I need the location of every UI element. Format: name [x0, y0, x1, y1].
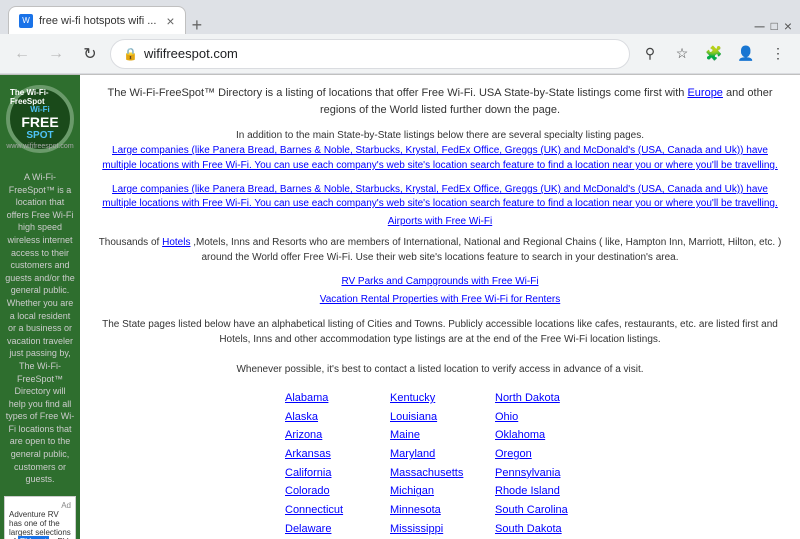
state-col-2: KentuckyLouisianaMaineMarylandMassachuse… [390, 389, 490, 539]
description1: The State pages listed below have an alp… [102, 319, 778, 345]
logo-wifi-text: The Wi-Fi-FreeSpot [10, 88, 70, 106]
profile-icon[interactable]: 👤 [732, 40, 760, 68]
tab-favicon: W [19, 14, 33, 28]
state-link[interactable]: North Dakota [495, 389, 595, 408]
state-link[interactable]: Louisiana [390, 408, 490, 427]
airports-link[interactable]: Airports with Free Wi-Fi [388, 216, 492, 227]
minimize-button[interactable]: ─ [755, 18, 765, 34]
sidebar: The Wi-Fi-FreeSpot Wi-Fi FREE SPOT www.w… [0, 75, 80, 539]
state-link[interactable]: Alaska [285, 408, 385, 427]
state-link[interactable]: Alabama [285, 389, 385, 408]
extension-icon[interactable]: 🧩 [700, 40, 728, 68]
intro-box: The Wi-Fi-FreeSpot™ Directory is a listi… [95, 85, 785, 118]
chains-thousands: Thousands of [99, 237, 160, 248]
lock-icon: 🔒 [123, 47, 138, 61]
state-link[interactable]: Minnesota [390, 501, 490, 520]
toolbar-icons: ⚲ ☆ 🧩 👤 ⋮ [636, 40, 792, 68]
reload-button[interactable]: ↻ [76, 40, 104, 68]
state-link[interactable]: Pennsylvania [495, 464, 595, 483]
state-link[interactable]: Arkansas [285, 445, 385, 464]
tab-close-button[interactable]: × [166, 13, 174, 29]
description2: Whenever possible, it's best to contact … [236, 364, 643, 375]
ad-box-title: Adventure RV has one of the largest sele… [9, 510, 71, 539]
state-col-3: North DakotaOhioOklahomaOregonPennsylvan… [495, 389, 595, 539]
chains-rest: ,Motels, Inns and Resorts who are member… [193, 237, 781, 263]
europe-link[interactable]: Europe [687, 87, 722, 99]
intro-main: The Wi-Fi-FreeSpot™ Directory is a listi… [108, 87, 685, 99]
menu-icon[interactable]: ⋮ [764, 40, 792, 68]
active-tab[interactable]: W free wi-fi hotspots wifi ... × [8, 6, 186, 34]
back-button[interactable]: ← [8, 40, 36, 68]
tab-title: free wi-fi hotspots wifi ... [39, 15, 156, 27]
state-col-1: AlabamaAlaskaArizonaArkansasCaliforniaCo… [285, 389, 385, 539]
state-link[interactable]: California [285, 464, 385, 483]
state-link[interactable]: Mississippi [390, 520, 490, 539]
state-link[interactable]: Oregon [495, 445, 595, 464]
large-companies-link-full[interactable]: Large companies (like Panera Bread, Barn… [102, 184, 778, 209]
state-link[interactable]: Massachusetts [390, 464, 490, 483]
state-link[interactable]: Michigan [390, 482, 490, 501]
state-link[interactable]: Kentucky [390, 389, 490, 408]
state-link[interactable]: Maine [390, 426, 490, 445]
nav-bar: ← → ↻ 🔒 wififreespot.com ⚲ ☆ 🧩 👤 ⋮ [0, 34, 800, 74]
ad-label: Ad [9, 501, 71, 510]
state-link[interactable]: Delaware [285, 520, 385, 539]
sidebar-description: A Wi-Fi-FreeSpot™ is a location that off… [5, 171, 75, 486]
state-link[interactable]: Arizona [285, 426, 385, 445]
logo: The Wi-Fi-FreeSpot Wi-Fi FREE SPOT www.w… [6, 85, 74, 153]
state-columns: AlabamaAlaskaArizonaArkansasCaliforniaCo… [95, 389, 785, 539]
forward-button[interactable]: → [42, 40, 70, 68]
rv-parks-link[interactable]: RV Parks and Campgrounds with Free Wi-Fi [95, 273, 785, 291]
address-bar[interactable]: 🔒 wififreespot.com [110, 39, 630, 69]
hotels-link[interactable]: Hotels [162, 237, 190, 248]
page-content: The Wi-Fi-FreeSpot Wi-Fi FREE SPOT www.w… [0, 75, 800, 539]
state-link[interactable]: South Dakota [495, 520, 595, 539]
search-icon[interactable]: ⚲ [636, 40, 664, 68]
ad-box: Ad Adventure RV has one of the largest s… [4, 496, 76, 539]
close-window-button[interactable]: × [784, 18, 792, 34]
large-companies-link[interactable]: Large companies (like Panera Bread, Barn… [102, 145, 778, 171]
specialty-links: RV Parks and Campgrounds with Free Wi-Fi… [95, 273, 785, 309]
tab-bar: W free wi-fi hotspots wifi ... × + ─ □ × [0, 0, 800, 34]
address-text: wififreespot.com [144, 46, 617, 61]
state-link[interactable]: Rhode Island [495, 482, 595, 501]
maximize-button[interactable]: □ [771, 19, 778, 33]
state-link[interactable]: Oklahoma [495, 426, 595, 445]
state-link[interactable]: South Carolina [495, 501, 595, 520]
vacation-rental-link[interactable]: Vacation Rental Properties with Free Wi-… [95, 291, 785, 309]
state-link[interactable]: Colorado [285, 482, 385, 501]
chains-box: Thousands of Hotels ,Motels, Inns and Re… [95, 235, 785, 265]
main-content: The Wi-Fi-FreeSpot™ Directory is a listi… [80, 75, 800, 539]
state-link[interactable]: Connecticut [285, 501, 385, 520]
browser-chrome: W free wi-fi hotspots wifi ... × + ─ □ ×… [0, 0, 800, 75]
description-box: The State pages listed below have an alp… [95, 317, 785, 377]
state-link[interactable]: Ohio [495, 408, 595, 427]
specialty-intro: In addition to the main State-by-State l… [95, 128, 785, 173]
new-tab-button[interactable]: + [192, 16, 203, 34]
specialty-intro-text: In addition to the main State-by-State l… [236, 130, 644, 141]
star-icon[interactable]: ☆ [668, 40, 696, 68]
state-link[interactable]: Maryland [390, 445, 490, 464]
